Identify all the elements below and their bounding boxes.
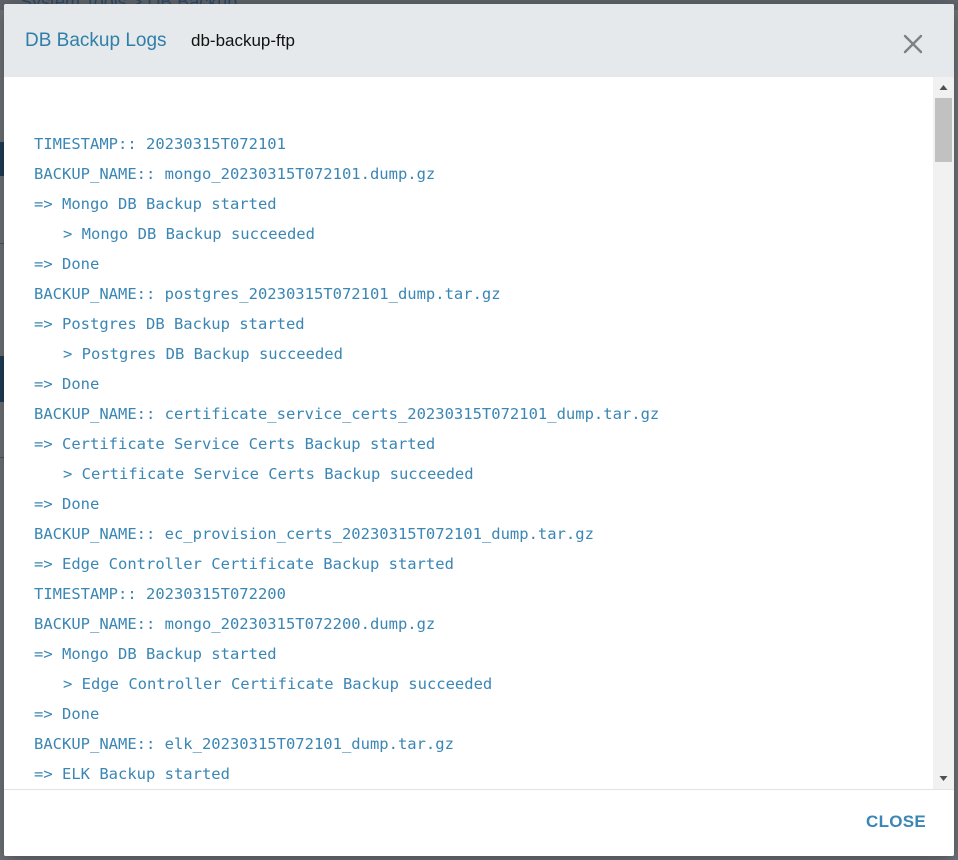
scroll-down-arrow-icon[interactable] (933, 770, 954, 787)
log-line: BACKUP_NAME:: elk_20230315T072101_dump.t… (34, 735, 454, 753)
log-line: > Postgres DB Backup succeeded (63, 345, 343, 363)
log-line: > Certificate Service Certs Backup succe… (63, 465, 474, 483)
log-line: BACKUP_NAME:: mongo_20230315T072200.dump… (34, 615, 436, 633)
log-line: => Mongo DB Backup started (34, 645, 277, 663)
log-viewer[interactable]: TIMESTAMP:: 20230315T072101BACKUP_NAME::… (4, 77, 954, 789)
log-line: => Edge Controller Certificate Backup st… (34, 555, 454, 573)
log-line: => Done (34, 255, 100, 273)
log-content: TIMESTAMP:: 20230315T072101BACKUP_NAME::… (34, 129, 914, 789)
log-line: TIMESTAMP:: 20230315T072200 (34, 585, 286, 603)
scroll-thumb[interactable] (935, 98, 952, 162)
log-line: > Edge Controller Certificate Backup suc… (63, 675, 493, 693)
log-line: => Done (34, 495, 100, 513)
log-line: => Certificate Service Certs Backup star… (34, 435, 436, 453)
log-line: => Done (34, 375, 100, 393)
log-line: => Postgres DB Backup started (34, 315, 305, 333)
log-line: => Done (34, 705, 100, 723)
dialog-header: DB Backup Logs db-backup-ftp (4, 4, 954, 77)
scroll-up-arrow-icon[interactable] (933, 79, 954, 96)
log-line: BACKUP_NAME:: certificate_service_certs_… (34, 405, 660, 423)
dialog-footer: CLOSE (4, 789, 954, 856)
dialog-subtitle: db-backup-ftp (191, 31, 295, 50)
dialog-title: DB Backup Logs (25, 30, 167, 51)
log-line: > Mongo DB Backup succeeded (63, 225, 315, 243)
log-line: => Mongo DB Backup started (34, 195, 277, 213)
log-line: BACKUP_NAME:: postgres_20230315T072101_d… (34, 285, 501, 303)
log-scrollbar[interactable] (933, 77, 954, 789)
db-backup-logs-dialog: DB Backup Logs db-backup-ftp TIMESTAMP::… (4, 4, 954, 856)
close-icon[interactable] (900, 31, 926, 57)
log-line: => ELK Backup started (34, 765, 230, 783)
close-button[interactable]: CLOSE (866, 812, 926, 832)
log-line: TIMESTAMP:: 20230315T072101 (34, 135, 286, 153)
log-line: BACKUP_NAME:: ec_provision_certs_2023031… (34, 525, 594, 543)
log-line: BACKUP_NAME:: mongo_20230315T072101.dump… (34, 165, 436, 183)
